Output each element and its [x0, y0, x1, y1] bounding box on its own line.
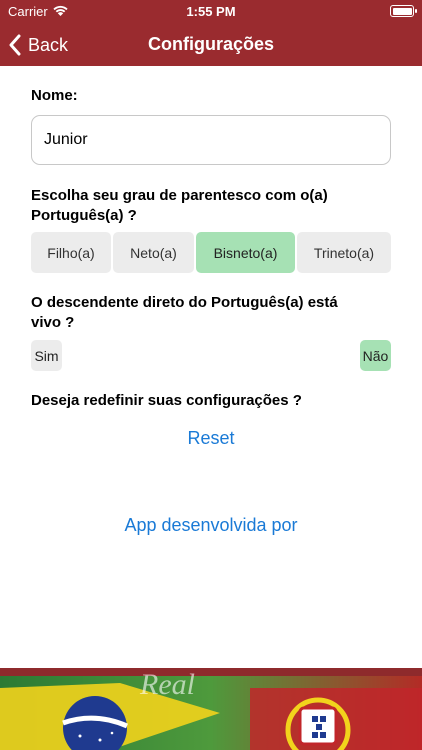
clock: 1:55 PM: [186, 4, 236, 19]
name-input[interactable]: [31, 115, 391, 165]
option-nao[interactable]: Não: [360, 340, 391, 371]
name-label: Nome:: [31, 87, 78, 104]
flag-banner: Real: [0, 668, 422, 750]
relationship-label-line2: Português(a) ?: [31, 207, 137, 224]
banner-text: Real: [139, 668, 195, 701]
reset-button[interactable]: Reset: [0, 428, 422, 449]
reset-question: Deseja redefinir suas configurações ?: [31, 392, 302, 409]
option-bisneto[interactable]: Bisneto(a): [196, 232, 295, 273]
option-trineto[interactable]: Trineto(a): [297, 232, 391, 273]
navigation-bar: Back Configurações: [0, 24, 422, 66]
battery-icon: [390, 5, 417, 17]
credits-link[interactable]: App desenvolvida por: [0, 515, 422, 536]
relationship-label: Escolha seu grau de parentesco com o(a) …: [31, 186, 328, 226]
relationship-label-line1: Escolha seu grau de parentesco com o(a): [31, 187, 328, 204]
page-title: Configurações: [147, 34, 275, 54]
alive-label-line2: vivo ?: [31, 314, 75, 331]
flag-banner-art: Real: [0, 668, 422, 750]
alive-label-line1: O descendente direto do Português(a) est…: [31, 294, 338, 311]
alive-label: O descendente direto do Português(a) est…: [31, 293, 338, 333]
option-filho[interactable]: Filho(a): [31, 232, 111, 273]
status-bar: Carrier 1:55 PM: [0, 0, 422, 24]
option-neto[interactable]: Neto(a): [113, 232, 194, 273]
option-sim[interactable]: Sim: [31, 340, 62, 371]
